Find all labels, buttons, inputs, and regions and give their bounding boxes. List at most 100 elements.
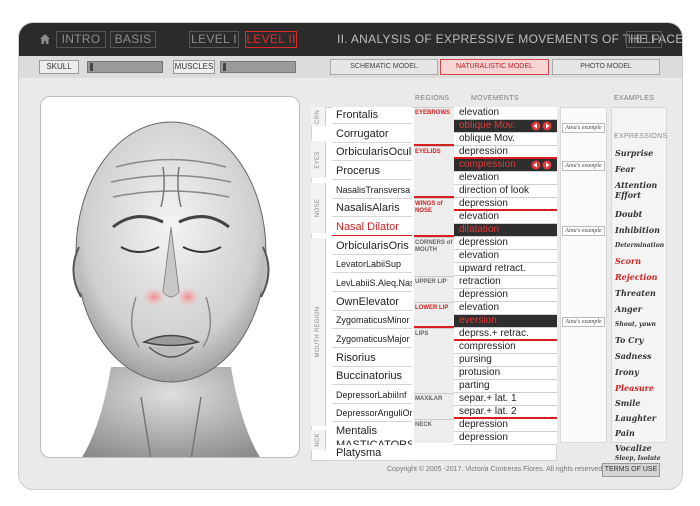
vtab-crn[interactable]: CRN (311, 107, 326, 126)
region-lower-lip[interactable]: LOWER LIP (414, 302, 454, 328)
expression-item[interactable]: Pain (615, 428, 635, 438)
expression-item[interactable]: Laughter (615, 413, 656, 423)
movement-item[interactable]: retraction (454, 276, 557, 289)
vtab-eyes[interactable]: EYES (311, 141, 326, 178)
region-maxilar[interactable]: MAXILAR (414, 393, 454, 419)
movement-item[interactable]: depression (454, 146, 557, 159)
muscle-item[interactable]: ZygomaticusMajor (332, 331, 412, 348)
play-icon[interactable] (531, 160, 553, 170)
skull-slider[interactable] (87, 61, 163, 73)
expression-item[interactable]: Sleep, Isolate (615, 455, 661, 462)
region-neck[interactable]: NECK (414, 419, 454, 443)
muscles-slider[interactable] (220, 61, 296, 73)
expression-item[interactable]: Irony (615, 367, 639, 377)
expression-item[interactable]: Doubt (615, 209, 642, 219)
movement-item[interactable]: depression (454, 432, 557, 445)
movement-item-active[interactable]: eversion (454, 315, 557, 328)
muscle-item[interactable]: Platysma (332, 445, 412, 461)
example-tag[interactable]: Aina's example (562, 123, 605, 133)
movement-item[interactable]: depression (454, 419, 557, 432)
movement-item[interactable]: compression (454, 341, 557, 354)
movement-item[interactable]: depression (454, 198, 557, 211)
movement-item[interactable]: separ.+ lat. 1 (454, 393, 557, 406)
movement-item[interactable]: protusion (454, 367, 557, 380)
example-tag[interactable]: Aina's example (562, 161, 605, 171)
expression-item[interactable]: Rejection (615, 272, 657, 282)
region-corners-of-mouth[interactable]: CORNERS of MOUTH (414, 237, 454, 276)
expression-item[interactable]: To Cry (615, 335, 643, 345)
movement-item[interactable]: separ.+ lat. 2 (454, 406, 557, 419)
region-wings-of-nose[interactable]: WINGS of NOSE (414, 198, 454, 237)
expression-item[interactable]: Sadness (615, 351, 651, 361)
play-icon[interactable] (531, 121, 553, 131)
tab-naturalistic-model[interactable]: NATURALISTIC MODEL (440, 59, 549, 75)
muscle-item[interactable]: Procerus (332, 163, 412, 180)
muscle-item[interactable]: LevLabiiS.Aleq.Nasi (332, 275, 412, 292)
example-tag[interactable]: Aina's example (562, 317, 605, 327)
region-eyelids[interactable]: EYELIDS (414, 146, 454, 198)
expression-item[interactable]: Anger (615, 304, 642, 314)
muscle-item[interactable]: Corrugator (332, 126, 412, 143)
movement-item[interactable]: deprss.+ retrac. (454, 328, 557, 341)
muscle-item[interactable]: ZygomaticusMinor (332, 312, 412, 329)
muscle-item-selected[interactable]: Nasal Dilator (332, 219, 412, 236)
muscle-item[interactable]: DepressorAnguliOris (332, 405, 412, 422)
muscle-item[interactable]: DepressorLabiiInf (332, 387, 412, 404)
movement-item-active[interactable]: oblique Mov. (454, 120, 557, 133)
muscle-item[interactable]: OwnElevator (332, 294, 412, 311)
region-eyebrows[interactable]: EYEBROWS (414, 107, 454, 146)
basis-button[interactable]: BASIS (110, 31, 156, 48)
muscle-item[interactable]: OrbicularisOculi (332, 144, 412, 161)
movement-item[interactable]: depression (454, 289, 557, 302)
movement-item[interactable]: parting (454, 380, 557, 393)
region-lips[interactable]: LIPS (414, 328, 454, 393)
muscles-button[interactable]: MUSCLES (173, 60, 215, 74)
terms-of-use-button[interactable]: TERMS OF USE (602, 463, 660, 477)
movement-item[interactable]: elevation (454, 250, 557, 263)
help-button[interactable]: HELP (626, 31, 662, 48)
intro-button[interactable]: INTRO (56, 31, 106, 48)
muscle-item[interactable]: Buccinatorius (332, 368, 412, 385)
level1-button[interactable]: LEVEL I (189, 31, 239, 48)
movement-item[interactable]: elevation (454, 107, 557, 120)
slider-handle[interactable] (90, 63, 93, 71)
example-tag[interactable]: Aina's example (562, 226, 605, 236)
expression-item[interactable]: Shout, yawn (615, 321, 656, 328)
tab-photo-model[interactable]: PHOTO MODEL (552, 59, 660, 75)
movement-item[interactable]: elevation (454, 302, 557, 315)
movement-item[interactable]: elevation (454, 172, 557, 185)
tab-schematic-model[interactable]: SCHEMATIC MODEL (330, 59, 438, 75)
level2-button[interactable]: LEVEL II (245, 31, 297, 48)
expression-item[interactable]: Smile (615, 398, 640, 408)
movement-item[interactable]: pursing (454, 354, 557, 367)
movement-item[interactable]: depression (454, 237, 557, 250)
muscle-item[interactable]: OrbicularisOris (332, 238, 412, 255)
muscle-item[interactable]: NasalisAlaris (332, 200, 412, 217)
movement-item-active[interactable]: dilatation (454, 224, 557, 237)
region-upper-lip[interactable]: UPPER LIP (414, 276, 454, 302)
expression-item[interactable]: Pleasure (615, 383, 654, 393)
expression-item[interactable]: Scorn (615, 256, 641, 266)
movement-item-active[interactable]: compression (454, 159, 557, 172)
home-icon[interactable] (39, 33, 51, 45)
movement-item[interactable]: upward retract. (454, 263, 557, 276)
expression-item[interactable]: Vocalize (615, 443, 652, 453)
muscle-item[interactable]: Risorius (332, 350, 412, 367)
movement-item[interactable]: elevation (454, 211, 557, 224)
expression-item[interactable]: Inhibition (615, 225, 660, 235)
expression-item[interactable]: Determination (615, 242, 664, 249)
muscle-item[interactable]: Frontalis (332, 107, 412, 124)
vtab-nose[interactable]: NOSE (311, 183, 326, 233)
expression-item[interactable]: Threaten (615, 288, 656, 298)
expression-item[interactable]: Attention Effort (615, 180, 663, 200)
muscle-item[interactable]: NasalisTransversa (332, 182, 412, 199)
slider-handle[interactable] (223, 63, 226, 71)
expression-item[interactable]: Surprise (615, 148, 653, 158)
vtab-mouth-region[interactable]: MOUTH REGION (311, 238, 326, 426)
muscle-item[interactable]: LevatorLabiiSup (332, 256, 412, 273)
skull-button[interactable]: SKULL (39, 60, 79, 74)
expression-item[interactable]: Fear (615, 164, 635, 174)
movement-item[interactable]: direction of look (454, 185, 557, 198)
movement-item[interactable]: oblique Mov. (454, 133, 557, 146)
vtab-nck[interactable]: NCK (311, 430, 326, 450)
